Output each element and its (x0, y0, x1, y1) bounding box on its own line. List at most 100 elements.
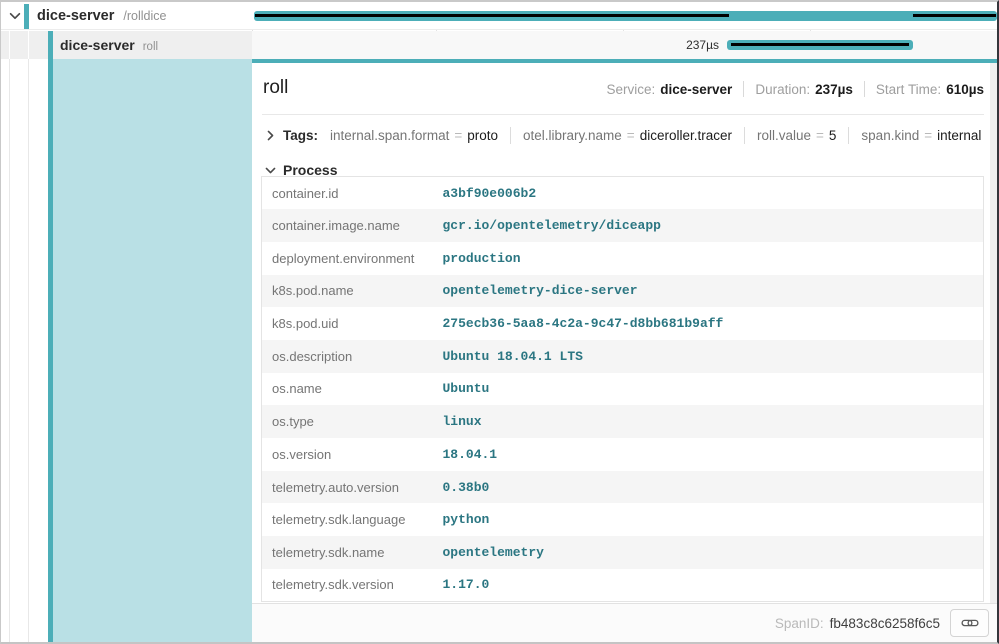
spanid-value: fb483c8c6258f6c5 (830, 616, 940, 631)
starttime-meta-label: Start Time: (876, 82, 941, 97)
span-bar-rolldice[interactable] (254, 11, 997, 21)
tag-divider (510, 127, 511, 144)
span-title: roll (263, 77, 288, 99)
kv-key: k8s.pod.name (262, 275, 443, 308)
duration-meta-value: 237µs (815, 82, 853, 97)
tag-value: internal (937, 128, 981, 143)
tag-value: 5 (829, 128, 837, 143)
table-row: container.image.namegcr.io/opentelemetry… (262, 209, 984, 242)
indent-guide (9, 59, 10, 642)
span-service-name: dice-server/rolldice (37, 8, 166, 24)
indent-guide (28, 31, 29, 59)
table-row: deployment.environmentproduction (262, 242, 984, 275)
kv-value: gcr.io/opentelemetry/diceapp (443, 209, 984, 242)
kv-key: os.version (262, 438, 443, 471)
selected-span-highlight (53, 59, 252, 642)
table-row: os.descriptionUbuntu 18.04.1 LTS (262, 340, 984, 373)
kv-key: telemetry.sdk.name (262, 536, 443, 569)
trace-timeline: dice-server/rolldice dice-server roll 237… (1, 2, 997, 59)
starttime-meta-value: 610µs (946, 82, 984, 97)
kv-value: Ubuntu 18.04.1 LTS (443, 340, 984, 373)
indent-guide (28, 59, 29, 642)
detail-footer: SpanID: fb483c8c6258f6c5 (252, 603, 997, 642)
process-kv-table: container.ida3bf90e006b2 container.image… (261, 176, 984, 602)
span-list-gutter (1, 59, 252, 642)
kv-value: linux (443, 405, 984, 438)
span-name-column[interactable]: dice-server roll (1, 31, 252, 59)
tag-divider (848, 127, 849, 144)
critical-path-segment (255, 14, 729, 17)
table-row: os.typelinux (262, 405, 984, 438)
table-row: telemetry.sdk.version1.17.0 (262, 569, 984, 602)
critical-path-segment (731, 43, 909, 46)
operation-label: roll (143, 41, 158, 53)
kv-key: os.name (262, 373, 443, 406)
span-row-roll-selected[interactable]: dice-server roll 237µs (1, 31, 997, 59)
spanid-label: SpanID: (775, 616, 824, 631)
kv-value: 1.17.0 (443, 569, 984, 602)
chevron-down-icon (264, 164, 277, 177)
tag-key: otel.library.name (523, 128, 622, 143)
chevron-right-icon (264, 129, 277, 142)
kv-value: production (443, 242, 984, 275)
jaeger-span-detail-view: dice-server/rolldice dice-server roll 237… (0, 0, 999, 644)
operation-label: /rolldice (123, 9, 166, 23)
kv-value: 275ecb36-5aa8-4c2a-9c47-d8bb681b9aff (443, 307, 984, 340)
service-label: dice-server (37, 8, 114, 24)
kv-value: a3bf90e006b2 (443, 177, 984, 210)
tag-value: diceroller.tracer (640, 128, 732, 143)
tag-equals: = (627, 128, 635, 143)
collapse-chevron-down-icon[interactable] (8, 9, 22, 23)
tag-divider (744, 127, 745, 144)
span-bar-roll[interactable] (727, 40, 913, 50)
kv-key: os.description (262, 340, 443, 373)
table-row: telemetry.sdk.languagepython (262, 503, 984, 536)
kv-key: container.image.name (262, 209, 443, 242)
tag-value: proto (467, 128, 498, 143)
tag-key: roll.value (757, 128, 811, 143)
kv-key: telemetry.sdk.version (262, 569, 443, 602)
tag-key: span.kind (861, 128, 919, 143)
kv-value: opentelemetry (443, 536, 984, 569)
kv-value: 18.04.1 (443, 438, 984, 471)
table-row: telemetry.auto.version0.38b0 (262, 471, 984, 504)
table-row: container.ida3bf90e006b2 (262, 177, 984, 210)
critical-path-segment (913, 14, 996, 17)
span-color-bar (24, 4, 29, 29)
span-row-rolldice[interactable]: dice-server/rolldice (1, 2, 997, 30)
kv-value: python (443, 503, 984, 536)
tag-equals: = (924, 128, 932, 143)
kv-value: opentelemetry-dice-server (443, 275, 984, 308)
span-meta: Service: dice-server Duration: 237µs Sta… (606, 81, 984, 97)
service-label: dice-server (60, 37, 135, 53)
span-detail-panel: roll Service: dice-server Duration: 237µ… (252, 59, 997, 642)
kv-key: deployment.environment (262, 242, 443, 275)
tag-equals: = (454, 128, 462, 143)
span-color-bar (48, 31, 53, 59)
table-row: k8s.pod.uid275ecb36-5aa8-4c2a-9c47-d8bb6… (262, 307, 984, 340)
kv-value: Ubuntu (443, 373, 984, 406)
table-row: telemetry.sdk.nameopentelemetry (262, 536, 984, 569)
tags-section-label: Tags: (283, 128, 318, 143)
table-row: os.version18.04.1 (262, 438, 984, 471)
span-duration-label: 237µs (601, 38, 719, 52)
tag-key: internal.span.format (330, 128, 449, 143)
meta-divider (743, 81, 744, 97)
kv-value: 0.38b0 (443, 471, 984, 504)
kv-key: os.type (262, 405, 443, 438)
tags-section-toggle[interactable]: Tags: internal.span.format = proto otel.… (264, 121, 984, 149)
kv-key: telemetry.sdk.language (262, 503, 443, 536)
kv-key: container.id (262, 177, 443, 210)
indent-guide (9, 31, 10, 59)
scrollbar[interactable] (990, 63, 997, 642)
meta-divider (864, 81, 865, 97)
duration-meta-label: Duration: (755, 82, 810, 97)
service-meta-label: Service: (606, 82, 655, 97)
link-icon (961, 614, 979, 632)
kv-key: telemetry.auto.version (262, 471, 443, 504)
span-name-column[interactable]: dice-server/rolldice (1, 2, 252, 29)
tag-list: internal.span.format = proto otel.librar… (330, 127, 981, 144)
detail-header: roll Service: dice-server Duration: 237µ… (262, 63, 984, 115)
copy-link-button[interactable] (950, 609, 989, 637)
service-meta-value: dice-server (660, 82, 732, 97)
